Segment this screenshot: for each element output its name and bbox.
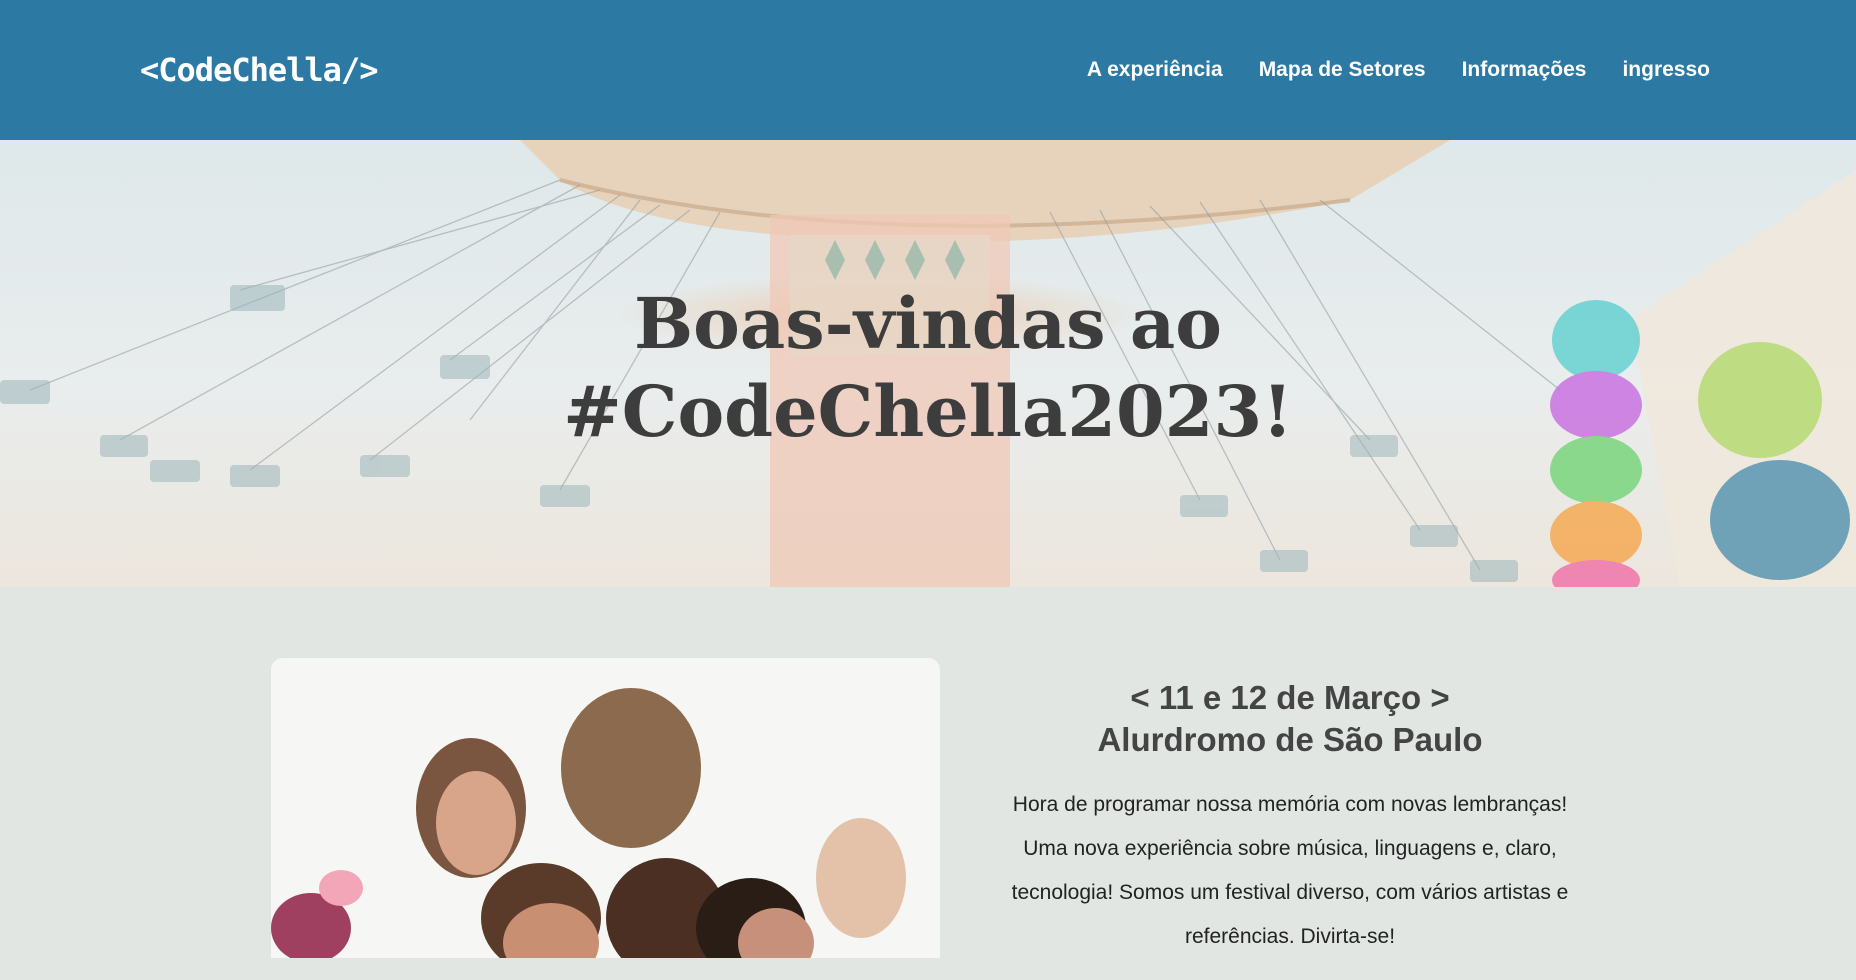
top-header: <CodeChella/> A experiência Mapa de Seto… xyxy=(0,0,1856,140)
nav-link-ingresso[interactable]: ingresso xyxy=(1622,58,1710,82)
event-venue: Alurdromo de São Paulo xyxy=(1097,721,1483,758)
festival-crowd-photo xyxy=(271,658,940,958)
hero-title: Boas-vindas ao #CodeChella2023! xyxy=(0,280,1856,456)
nav-link-mapa-setores[interactable]: Mapa de Setores xyxy=(1259,58,1426,82)
crowd-illustration xyxy=(271,658,940,958)
hero-title-line-1: Boas-vindas ao xyxy=(634,282,1222,365)
event-description: Hora de programar nossa memória com nova… xyxy=(1011,793,1569,948)
event-date: < 11 e 12 de Março > xyxy=(1130,679,1450,716)
hero-banner: Boas-vindas ao #CodeChella2023! xyxy=(0,140,1856,587)
nav-link-informacoes[interactable]: Informações xyxy=(1462,58,1587,82)
main-nav: A experiência Mapa de Setores Informaçõe… xyxy=(1087,58,1710,82)
nav-link-experiencia[interactable]: A experiência xyxy=(1087,58,1223,82)
site-logo[interactable]: <CodeChella/> xyxy=(140,51,378,89)
event-section: < 11 e 12 de Março > Alurdromo de São Pa… xyxy=(0,587,1856,958)
hero-title-line-2: #CodeChella2023! xyxy=(563,370,1293,453)
event-info: < 11 e 12 de Março > Alurdromo de São Pa… xyxy=(1000,677,1580,980)
